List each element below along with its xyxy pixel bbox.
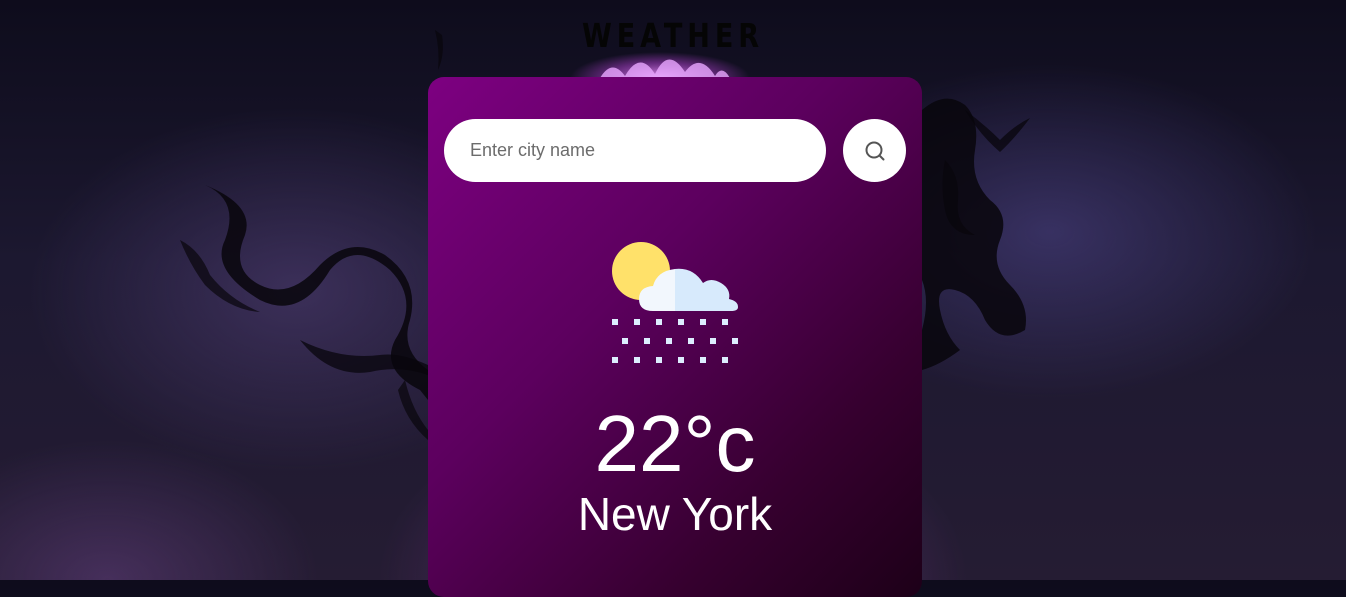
city-name: New York: [577, 488, 773, 540]
page-title: WEATHER: [581, 16, 765, 55]
temperature-value: 22°c: [594, 399, 756, 488]
city-search-input[interactable]: [444, 119, 826, 182]
search-bar: [444, 119, 906, 182]
snow-dots: [612, 319, 738, 363]
search-icon: [865, 141, 884, 160]
search-button[interactable]: [843, 119, 906, 182]
weather-card: 22°c New York: [428, 77, 922, 597]
sun-cloud-snow-icon: [612, 242, 738, 363]
